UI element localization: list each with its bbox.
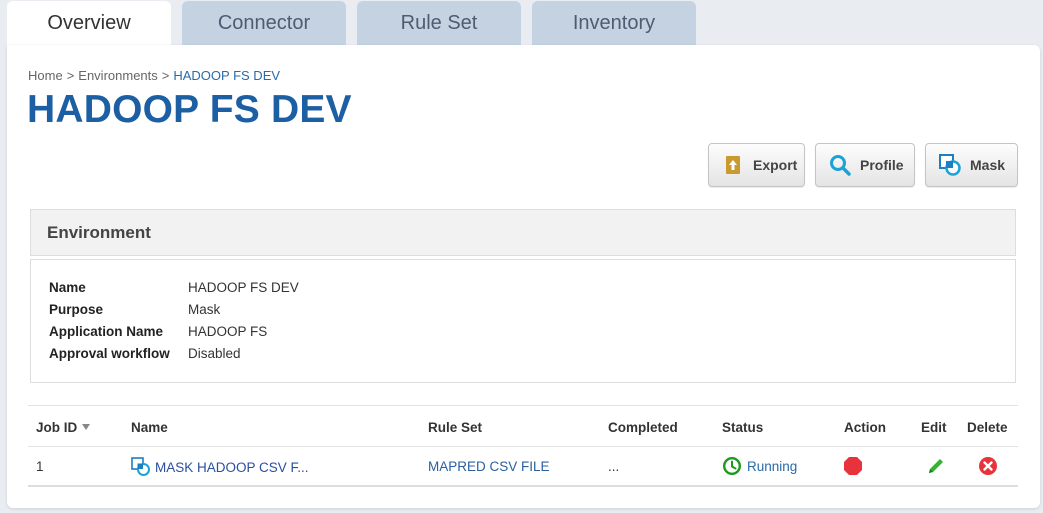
magnifier-icon	[828, 153, 852, 177]
column-header-status: Status	[722, 420, 764, 435]
breadcrumb-environments[interactable]: Environments	[78, 68, 157, 83]
clock-icon	[722, 456, 742, 476]
tab-overview[interactable]: Overview	[7, 1, 171, 46]
delete-job-button[interactable]	[978, 456, 998, 476]
sort-down-icon	[82, 424, 91, 430]
column-header-rule-set: Rule Set	[428, 420, 483, 435]
edit-job-button[interactable]	[926, 456, 946, 476]
column-header-job-id[interactable]: Job ID	[36, 420, 91, 435]
env-field-key: Name	[49, 280, 86, 295]
breadcrumb-home[interactable]: Home	[28, 68, 63, 83]
tab-label: Inventory	[572, 12, 656, 34]
delete-icon	[979, 457, 997, 475]
status-running: Running	[722, 456, 797, 476]
column-header-name: Name	[131, 420, 168, 435]
env-field-key: Application Name	[49, 324, 164, 339]
breadcrumb: Home > Environments > HADOOP FS DEV	[28, 68, 280, 83]
column-header-label: Job ID	[36, 420, 78, 435]
pencil-icon	[929, 459, 943, 473]
env-field-value: Disabled	[188, 346, 241, 361]
env-field-value: HADOOP FS DEV	[188, 280, 299, 295]
env-field-key: Purpose	[49, 302, 104, 317]
export-button[interactable]: Export	[708, 143, 805, 187]
column-header-completed: Completed	[608, 420, 678, 435]
breadcrumb-separator: >	[66, 68, 75, 83]
stop-icon	[844, 457, 862, 475]
env-field-value: Mask	[188, 302, 221, 317]
tab-label: Connector	[217, 12, 311, 34]
tab-connector[interactable]: Connector	[182, 1, 346, 46]
stop-job-button[interactable]	[843, 456, 863, 476]
rule-set-link[interactable]: MAPRED CSV FILE	[428, 459, 550, 474]
export-icon	[721, 153, 745, 177]
environment-details: Name HADOOP FS DEV Purpose Mask Applicat…	[30, 259, 1016, 383]
breadcrumb-current: HADOOP FS DEV	[173, 68, 281, 83]
breadcrumb-separator: >	[161, 68, 170, 83]
environment-section-header: Environment	[30, 209, 1016, 256]
env-field-key: Approval workflow	[49, 346, 170, 361]
job-name-label: MASK HADOOP CSV F...	[155, 459, 309, 475]
column-header-edit: Edit	[921, 420, 947, 435]
environment-header-label: Environment	[47, 222, 151, 242]
status-label: Running	[747, 458, 798, 474]
mask-job-icon	[131, 457, 151, 477]
column-header-delete: Delete	[967, 420, 1008, 435]
profile-label: Profile	[860, 157, 904, 173]
cell-job-id: 1	[36, 459, 44, 474]
mask-button[interactable]: Mask	[925, 143, 1018, 187]
table-row-divider	[28, 446, 1018, 447]
mask-icon	[938, 153, 962, 177]
cell-completed: ...	[608, 459, 620, 474]
job-name-link[interactable]: MASK HADOOP CSV F...	[131, 457, 309, 477]
tab-label: Rule Set	[400, 12, 478, 34]
tab-rule-set[interactable]: Rule Set	[357, 1, 521, 46]
profile-button[interactable]: Profile	[815, 143, 915, 187]
jobs-table: Job ID Name Rule Set Completed Status Ac…	[28, 405, 1018, 487]
tab-bar: Overview Connector Rule Set Inventory	[0, 0, 1043, 46]
page-title: HADOOP FS DEV	[27, 88, 352, 131]
mask-label: Mask	[970, 157, 1006, 173]
tab-inventory[interactable]: Inventory	[532, 1, 696, 46]
env-field-value: HADOOP FS	[188, 324, 268, 339]
tab-label: Overview	[47, 12, 131, 34]
column-header-action: Action	[844, 420, 886, 435]
export-label: Export	[753, 157, 798, 173]
